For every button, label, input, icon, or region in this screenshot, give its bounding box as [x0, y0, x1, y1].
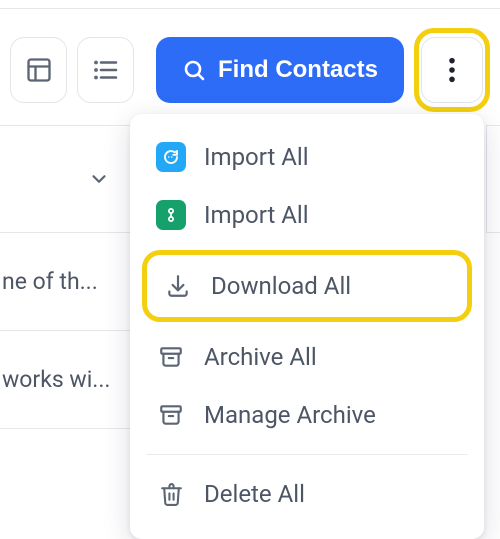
- menu-item-label: Import All: [204, 143, 309, 171]
- layout-icon: [25, 56, 53, 84]
- chevron-down-icon: [88, 168, 110, 190]
- top-divider: [0, 8, 500, 9]
- list-view-button[interactable]: [77, 37, 134, 103]
- link-app-icon: [156, 200, 186, 230]
- table-row[interactable]: ne of th...: [0, 233, 133, 331]
- column-header-edge: [486, 125, 500, 233]
- menu-item-import-chat[interactable]: Import All: [142, 128, 472, 186]
- kebab-icon: [448, 56, 456, 84]
- find-contacts-label: Find Contacts: [218, 56, 378, 84]
- archive-icon: [156, 342, 186, 372]
- search-icon: [182, 58, 206, 82]
- menu-item-import-link[interactable]: Import All: [142, 186, 472, 244]
- left-column: ne of th... works wi...: [0, 125, 133, 429]
- more-button-highlight: [414, 28, 490, 112]
- table-row[interactable]: works wi...: [0, 331, 133, 429]
- menu-item-archive-all[interactable]: Archive All: [142, 328, 472, 386]
- toolbar: Find Contacts: [0, 28, 490, 112]
- menu-item-label: Import All: [204, 201, 309, 229]
- archive-icon: [156, 400, 186, 430]
- list-icon: [91, 55, 121, 85]
- menu-item-highlight: Download All: [142, 250, 472, 322]
- menu-item-delete-all[interactable]: Delete All: [142, 465, 472, 523]
- download-icon: [163, 271, 193, 301]
- row-text: works wi...: [2, 366, 111, 393]
- right-column-sliver: [486, 125, 500, 233]
- menu-item-label: Download All: [211, 272, 351, 300]
- menu-item-download-all[interactable]: Download All: [153, 259, 461, 313]
- more-actions-button[interactable]: [421, 37, 483, 103]
- menu-item-label: Manage Archive: [204, 401, 376, 429]
- find-contacts-button[interactable]: Find Contacts: [156, 37, 404, 103]
- row-text: ne of th...: [2, 268, 98, 295]
- trash-icon: [156, 479, 186, 509]
- menu-item-manage-archive[interactable]: Manage Archive: [142, 386, 472, 444]
- menu-item-label: Delete All: [204, 480, 305, 508]
- column-header[interactable]: [0, 125, 133, 233]
- chat-app-icon: [156, 142, 186, 172]
- menu-separator: [146, 454, 468, 455]
- more-actions-menu: Import All Import All Download: [130, 114, 484, 539]
- layout-view-button[interactable]: [10, 37, 67, 103]
- menu-item-label: Archive All: [204, 343, 317, 371]
